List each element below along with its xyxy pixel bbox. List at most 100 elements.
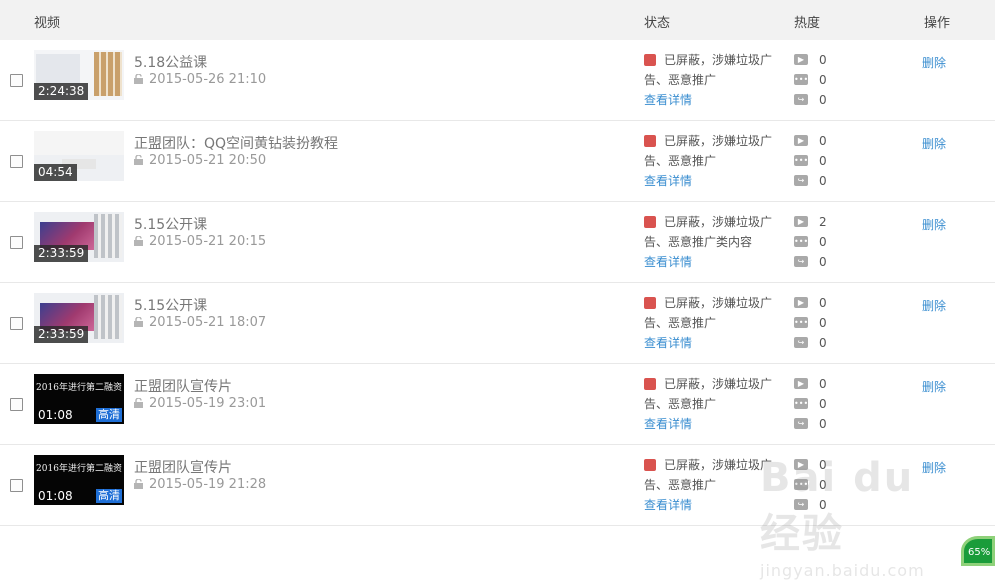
- video-title[interactable]: 正盟团队宣传片: [134, 457, 232, 477]
- video-title[interactable]: 5.18公益课: [134, 52, 207, 72]
- video-duration: 2:24:38: [34, 83, 89, 100]
- video-status: 已屏蔽，涉嫌垃圾广告、恶意推广 查看详情: [644, 50, 784, 110]
- plays-stat: ▶ 0: [794, 50, 827, 70]
- plays-count: 0: [819, 458, 827, 472]
- lock-icon: [134, 236, 143, 246]
- video-duration: 2:33:59: [34, 245, 89, 262]
- delete-button[interactable]: 删除: [922, 378, 946, 395]
- comments-stat: ••• 0: [794, 70, 827, 90]
- shares-stat: ↪ 0: [794, 171, 827, 191]
- video-status: 已屏蔽，涉嫌垃圾广告、恶意推广 查看详情: [644, 455, 784, 515]
- view-details-link[interactable]: 查看详情: [644, 414, 784, 434]
- video-date: 2015-05-21 20:15: [134, 234, 266, 249]
- comments-count: 0: [819, 316, 827, 330]
- comments-stat: ••• 0: [794, 313, 827, 333]
- status-text: 已屏蔽，涉嫌垃圾广告、恶意推广: [644, 296, 773, 330]
- view-details-link[interactable]: 查看详情: [644, 252, 784, 272]
- row-checkbox[interactable]: [10, 398, 23, 411]
- video-title[interactable]: 5.15公开课: [134, 214, 207, 234]
- header-ops: 操作: [924, 16, 951, 31]
- video-title[interactable]: 5.15公开课: [134, 295, 207, 315]
- view-details-link[interactable]: 查看详情: [644, 333, 784, 353]
- thumbnail-content: [94, 295, 122, 339]
- play-icon: ▶: [794, 297, 808, 308]
- video-title[interactable]: 正盟团队宣传片: [134, 376, 232, 396]
- comments-stat: ••• 0: [794, 475, 827, 495]
- blocked-icon: [644, 378, 656, 390]
- view-details-link[interactable]: 查看详情: [644, 171, 784, 191]
- delete-button[interactable]: 删除: [922, 135, 946, 152]
- share-icon: ↪: [794, 175, 808, 186]
- comment-icon: •••: [794, 155, 809, 166]
- video-date-text: 2015-05-21 20:50: [149, 153, 267, 168]
- delete-button[interactable]: 删除: [922, 459, 946, 476]
- comments-stat: ••• 0: [794, 232, 827, 252]
- lock-icon: [134, 74, 143, 84]
- table-row: 04:54 正盟团队：QQ空间黄钻装扮教程 2015-05-21 20:50 已…: [0, 121, 995, 202]
- comments-count: 0: [819, 73, 827, 87]
- video-thumbnail[interactable]: 2016年进行第二融资 高清 01:08: [34, 374, 124, 424]
- play-icon: ▶: [794, 459, 808, 470]
- shares-count: 0: [819, 93, 827, 107]
- blocked-icon: [644, 54, 656, 66]
- comments-count: 0: [819, 154, 827, 168]
- video-thumbnail[interactable]: 2:33:59: [34, 212, 124, 262]
- video-list: 2:24:38 5.18公益课 2015-05-26 21:10 已屏蔽，涉嫌垃…: [0, 40, 995, 526]
- video-date: 2015-05-21 20:50: [134, 153, 266, 168]
- share-icon: ↪: [794, 499, 808, 510]
- row-checkbox[interactable]: [10, 155, 23, 168]
- play-icon: ▶: [794, 135, 808, 146]
- hd-badge: 高清: [96, 408, 122, 422]
- plays-stat: ▶ 0: [794, 374, 827, 394]
- row-checkbox[interactable]: [10, 479, 23, 492]
- video-thumbnail[interactable]: 2:24:38: [34, 50, 124, 100]
- thumbnail-caption: 2016年进行第二融资: [36, 383, 122, 393]
- comment-icon: •••: [794, 236, 809, 247]
- share-icon: ↪: [794, 256, 808, 267]
- progress-badge[interactable]: 65%: [961, 536, 995, 566]
- comment-icon: •••: [794, 479, 809, 490]
- plays-count: 0: [819, 296, 827, 310]
- status-text: 已屏蔽，涉嫌垃圾广告、恶意推广: [644, 53, 773, 87]
- blocked-icon: [644, 216, 656, 228]
- plays-count: 0: [819, 377, 827, 391]
- video-heat: ▶ 0 ••• 0 ↪ 0: [794, 455, 827, 515]
- header-video: 视频: [34, 16, 61, 31]
- video-date-text: 2015-05-19 21:28: [149, 477, 267, 492]
- video-title[interactable]: 正盟团队：QQ空间黄钻装扮教程: [134, 133, 338, 153]
- video-date: 2015-05-19 23:01: [134, 396, 266, 411]
- shares-stat: ↪ 0: [794, 90, 827, 110]
- video-status: 已屏蔽，涉嫌垃圾广告、恶意推广 查看详情: [644, 131, 784, 191]
- video-date: 2015-05-26 21:10: [134, 72, 266, 87]
- lock-icon: [134, 155, 143, 165]
- blocked-icon: [644, 459, 656, 471]
- watermark-url: jingyan.baidu.com: [760, 561, 925, 580]
- row-checkbox[interactable]: [10, 317, 23, 330]
- view-details-link[interactable]: 查看详情: [644, 495, 784, 515]
- shares-stat: ↪ 0: [794, 333, 827, 353]
- shares-stat: ↪ 0: [794, 414, 827, 434]
- table-row: 2:33:59 5.15公开课 2015-05-21 20:15 已屏蔽，涉嫌垃…: [0, 202, 995, 283]
- shares-count: 0: [819, 174, 827, 188]
- video-duration: 01:08: [38, 489, 73, 503]
- comments-stat: ••• 0: [794, 151, 827, 171]
- row-checkbox[interactable]: [10, 236, 23, 249]
- video-thumbnail[interactable]: 2:33:59: [34, 293, 124, 343]
- plays-count: 0: [819, 53, 827, 67]
- view-details-link[interactable]: 查看详情: [644, 90, 784, 110]
- thumbnail-content: [34, 131, 124, 155]
- shares-count: 0: [819, 255, 827, 269]
- video-date-text: 2015-05-26 21:10: [149, 72, 267, 87]
- video-thumbnail[interactable]: 04:54: [34, 131, 124, 181]
- delete-button[interactable]: 删除: [922, 297, 946, 314]
- comments-stat: ••• 0: [794, 394, 827, 414]
- plays-stat: ▶ 2: [794, 212, 827, 232]
- delete-button[interactable]: 删除: [922, 216, 946, 233]
- delete-button[interactable]: 删除: [922, 54, 946, 71]
- thumbnail-caption: 2016年进行第二融资: [36, 464, 122, 474]
- video-thumbnail[interactable]: 2016年进行第二融资 高清 01:08: [34, 455, 124, 505]
- video-status: 已屏蔽，涉嫌垃圾广告、恶意推广 查看详情: [644, 293, 784, 353]
- comments-count: 0: [819, 397, 827, 411]
- status-text: 已屏蔽，涉嫌垃圾广告、恶意推广: [644, 458, 773, 492]
- row-checkbox[interactable]: [10, 74, 23, 87]
